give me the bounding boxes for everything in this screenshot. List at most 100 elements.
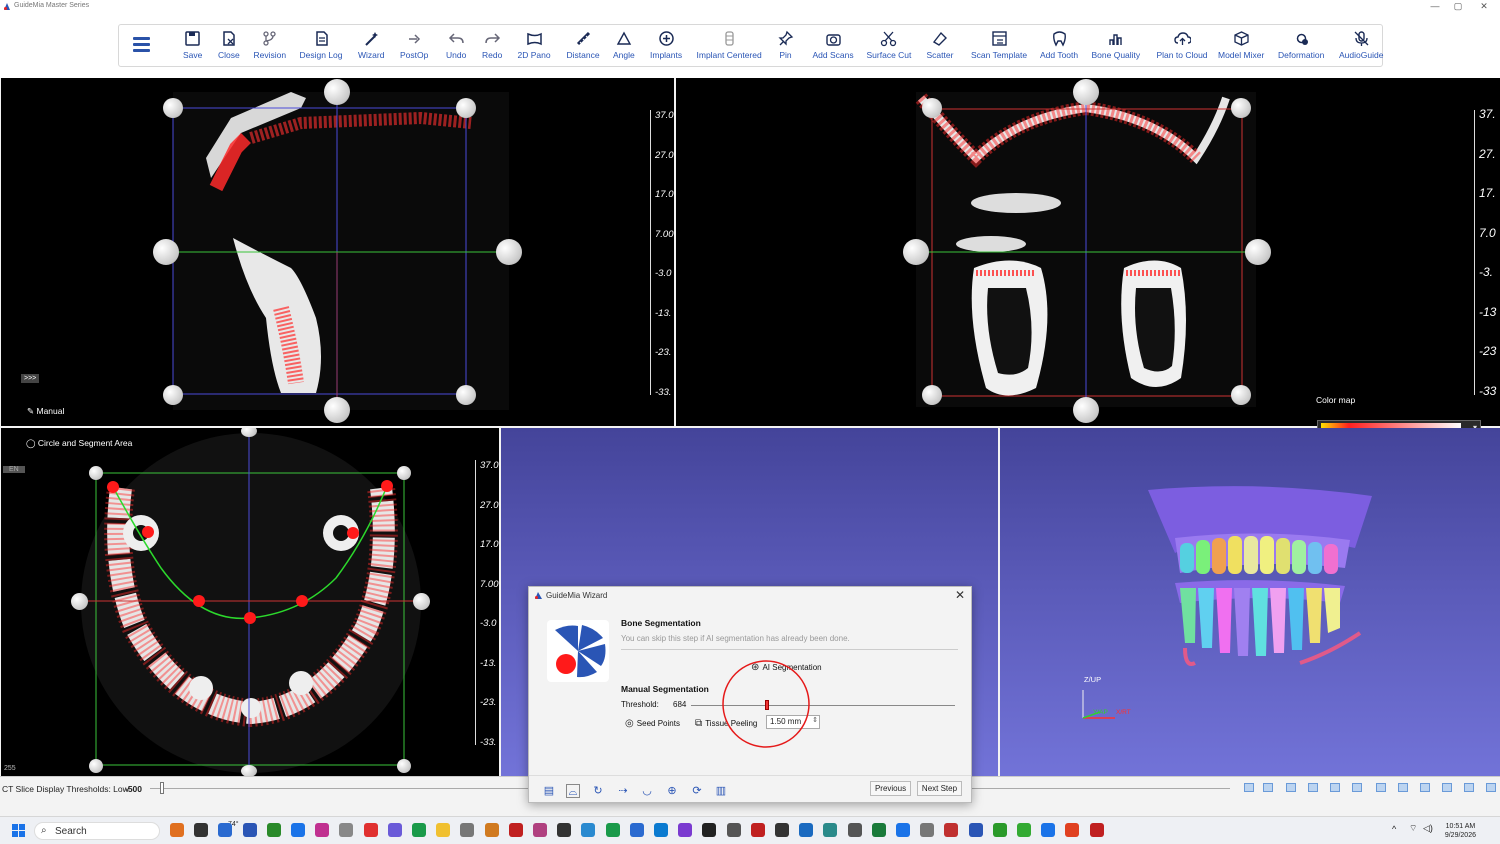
view-preset-button[interactable] <box>1330 783 1340 792</box>
crop-handle[interactable] <box>496 239 522 265</box>
crop-handle[interactable] <box>324 79 350 105</box>
expand-panel-button[interactable]: >>> <box>21 374 40 383</box>
crop-handle[interactable] <box>1231 98 1251 118</box>
sagittal-viewport[interactable]: 37.0 27.0 17.0 7.00 -3.0 -13. -23. -33. … <box>1 78 674 426</box>
speaker-icon[interactable]: ◁) <box>1423 823 1433 834</box>
taskbar-app-icon[interactable] <box>726 823 741 837</box>
crop-handle[interactable] <box>922 98 942 118</box>
view-preset-button[interactable] <box>1263 783 1273 792</box>
taskbar-app-icon[interactable] <box>1065 823 1080 837</box>
taskbar-app-icon[interactable] <box>775 823 789 837</box>
crop-handle[interactable] <box>1073 79 1099 105</box>
crop-handle[interactable] <box>163 98 183 118</box>
save-button[interactable]: Save <box>183 30 202 60</box>
taskbar-app-icon[interactable] <box>218 823 233 837</box>
implants-button[interactable]: Implants <box>650 30 682 60</box>
windows-start-icon[interactable] <box>12 824 25 837</box>
axial-viewport[interactable]: 37.0 27.0 17.0 7.00 -3.0 -13. -23. -33. … <box>1 428 499 776</box>
wizard-close-button[interactable]: ✕ <box>955 588 965 602</box>
add-scans-button[interactable]: Add Scans <box>813 30 854 60</box>
taskbar-app-icon[interactable] <box>702 823 717 837</box>
crop-handle[interactable] <box>456 385 476 405</box>
taskbar-app-icon[interactable] <box>823 823 838 837</box>
view-preset-button[interactable] <box>1464 783 1474 792</box>
language-badge[interactable]: EN <box>3 466 25 473</box>
distance-button[interactable]: Distance <box>567 30 600 60</box>
view-preset-button[interactable] <box>1398 783 1408 792</box>
manual-mode-button[interactable]: ✎ Manual <box>27 406 64 417</box>
taskbar-app-icon[interactable] <box>242 823 257 837</box>
taskbar-search[interactable]: ⌕ Search <box>34 822 160 840</box>
previous-button[interactable]: Previous <box>870 781 911 796</box>
crop-handle[interactable] <box>456 98 476 118</box>
crop-handle[interactable] <box>89 759 103 773</box>
view-preset-button[interactable] <box>1442 783 1452 792</box>
taskbar-app-icon[interactable] <box>896 823 910 837</box>
audioguide-button[interactable]: AudioGuide <box>1339 30 1383 60</box>
taskbar-app-icon[interactable] <box>194 823 209 837</box>
scan-template-button[interactable]: Scan Template <box>971 30 1027 60</box>
add-tooth-button[interactable]: Add Tooth <box>1040 30 1078 60</box>
pin-button[interactable]: Pin <box>777 30 794 60</box>
circle-segment-tool[interactable]: ◯ Circle and Segment Area <box>26 438 132 449</box>
taskbar-app-icon[interactable] <box>460 823 475 837</box>
hamburger-menu-button[interactable] <box>133 37 150 52</box>
wizard-button[interactable]: Wizard <box>358 30 384 60</box>
taskbar-app-icon[interactable] <box>1041 823 1056 837</box>
crop-handle[interactable] <box>1245 239 1271 265</box>
taskbar-app-icon[interactable] <box>1089 823 1104 837</box>
taskbar-app-icon[interactable] <box>484 823 499 837</box>
crop-handle[interactable] <box>1231 385 1251 405</box>
crop-handle[interactable] <box>71 593 88 610</box>
minimize-button[interactable]: — <box>1425 1 1445 11</box>
crop-handle[interactable] <box>1073 397 1099 423</box>
view-preset-button[interactable] <box>1308 783 1318 792</box>
taskbar-app-icon[interactable] <box>581 823 596 837</box>
taskbar-app-icon[interactable] <box>291 823 305 837</box>
taskbar-app-icon[interactable] <box>508 823 523 837</box>
taskbar-app-icon[interactable] <box>992 823 1007 837</box>
maximize-button[interactable]: ▢ <box>1448 1 1468 12</box>
crop-handle[interactable] <box>163 385 183 405</box>
implant-centered-button[interactable]: Implant Centered <box>697 30 762 60</box>
crop-handle[interactable] <box>413 593 430 610</box>
taskbar-app-icon[interactable] <box>750 823 765 837</box>
crop-handle[interactable] <box>397 466 411 480</box>
view-preset-button[interactable] <box>1376 783 1386 792</box>
crop-handle[interactable] <box>324 397 350 423</box>
taskbar-app-icon[interactable] <box>412 823 426 837</box>
taskbar-app-icon[interactable] <box>654 823 668 837</box>
refresh-icon[interactable]: ⟳ <box>690 784 704 798</box>
revision-button[interactable]: Revision <box>254 30 286 60</box>
scatter-button[interactable]: Scatter <box>927 30 953 60</box>
view-preset-button[interactable] <box>1420 783 1430 792</box>
taskbar-app-icon[interactable] <box>847 823 862 837</box>
view-preset-button[interactable] <box>1244 783 1254 792</box>
next-step-button[interactable]: Next Step <box>917 781 962 796</box>
seed-points-button[interactable]: ◎ Seed Points <box>625 717 680 729</box>
crop-handle[interactable] <box>89 466 103 480</box>
close-button[interactable]: Close <box>218 30 240 60</box>
crop-handle[interactable] <box>903 239 929 265</box>
taskbar-app-icon[interactable] <box>170 823 184 837</box>
crop-handle[interactable] <box>153 239 179 265</box>
arrow-right-icon[interactable]: ⇢ <box>616 784 630 798</box>
crop-handle[interactable] <box>241 765 257 776</box>
surface-cut-button[interactable]: Surface Cut <box>867 30 911 60</box>
taskbar-app-icon[interactable] <box>436 823 451 837</box>
crop-handle[interactable] <box>922 385 942 405</box>
taskbar-app-icon[interactable] <box>363 823 378 837</box>
taskbar-app-icon[interactable] <box>920 823 935 837</box>
coronal-viewport[interactable]: 37. 27. 17. 7.0 -3. -13 -23 -33 Color ma… <box>676 78 1500 426</box>
plus-circle-icon[interactable]: ⊕ <box>665 784 679 798</box>
threshold-slider-thumb[interactable] <box>160 782 164 794</box>
crop-handle[interactable] <box>397 759 411 773</box>
taskbar-app-icon[interactable] <box>339 823 354 837</box>
taskbar-clock[interactable]: 10:51 AM 9/29/2026 <box>1445 822 1476 840</box>
taskbar-app-icon[interactable] <box>799 823 814 837</box>
taskbar-app-icon[interactable] <box>629 823 644 837</box>
taskbar-app-icon[interactable] <box>315 823 330 837</box>
taskbar-app-icon[interactable] <box>944 823 959 837</box>
taskbar-app-icon[interactable] <box>605 823 620 837</box>
undo-button[interactable]: Undo <box>446 30 466 60</box>
